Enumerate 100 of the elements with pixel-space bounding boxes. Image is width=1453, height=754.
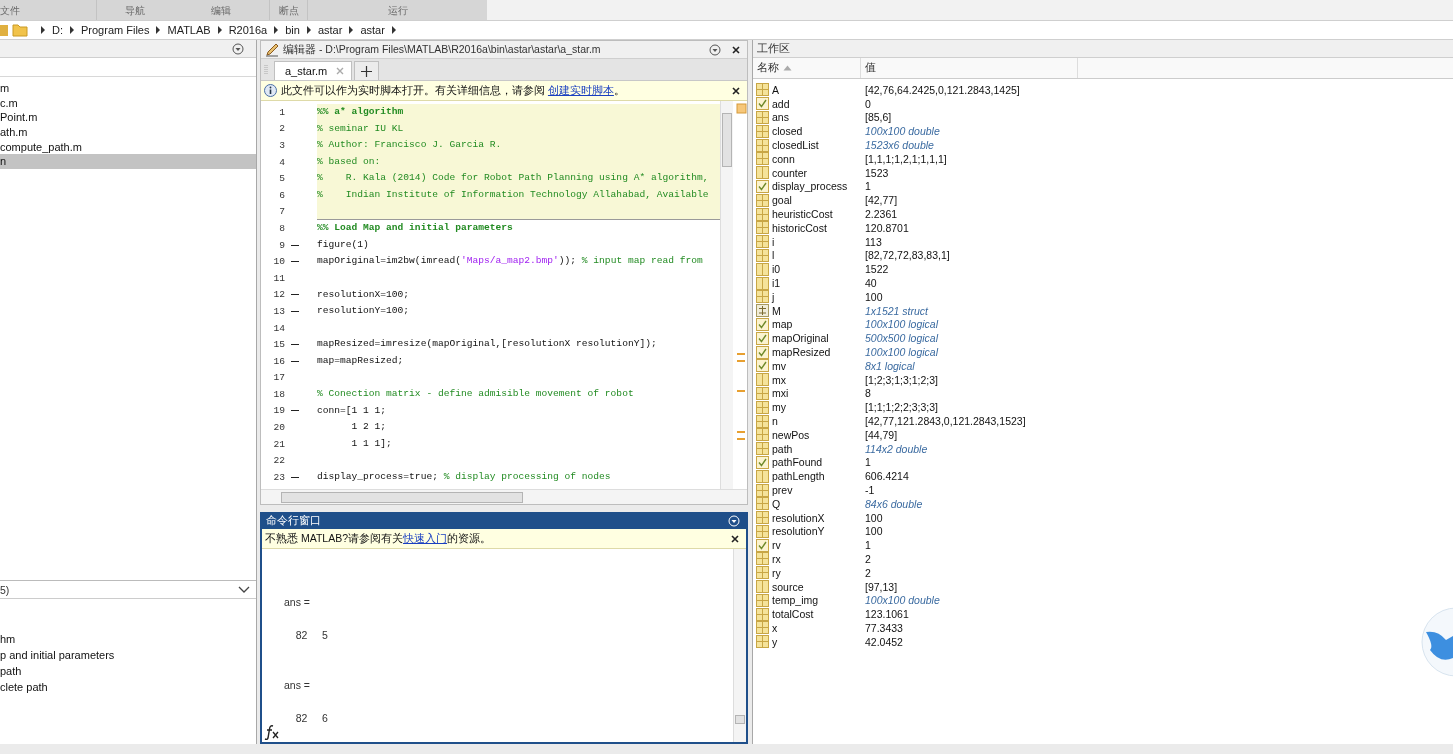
folder-icon [12,23,28,37]
chevron-icon[interactable] [238,585,250,594]
outline-item[interactable]: p and initial parameters [0,647,256,663]
variable-name[interactable]: closedList [772,139,819,152]
path-segment[interactable]: astar [317,24,343,36]
scroll-thumb[interactable] [722,113,732,167]
variable-name[interactable]: display_process [772,180,848,193]
variable-name[interactable]: Q [772,497,781,510]
variable-name[interactable]: closed [772,125,803,138]
file-item[interactable]: m [0,81,256,96]
variable-name[interactable]: my [772,401,786,414]
variable-name[interactable]: temp_img [772,594,819,607]
floating-assistant-icon[interactable] [1420,606,1453,678]
column-header[interactable]: 值 [861,58,1078,78]
arrow-icon[interactable] [154,25,163,35]
file-item[interactable]: n [0,154,256,170]
variable-name[interactable]: i0 [772,263,781,276]
executable-line-marker[interactable] [291,294,299,296]
close-icon[interactable] [731,44,741,55]
code-line: conn=[1 1 1; [317,403,388,418]
function-icon[interactable] [264,724,280,740]
output-line: 82 5 [294,628,329,643]
variable-name[interactable]: l [772,249,775,262]
file-item[interactable]: Point.m [0,110,256,126]
variable-name[interactable]: totalCost [772,608,814,621]
outline-item[interactable]: path [0,663,256,679]
path-segment[interactable]: R2016a [228,24,268,36]
variable-name[interactable]: resolutionX [772,511,825,524]
executable-line-marker[interactable] [291,261,299,263]
details-header[interactable]: 5) [0,580,256,599]
path-segment[interactable]: Program Files [81,24,150,36]
variable-name[interactable]: pathLength [772,470,825,483]
executable-line-marker[interactable] [291,244,299,246]
variable-value: 123.1061 [864,608,909,621]
arrow-icon[interactable] [39,25,47,35]
variable-name[interactable]: counter [772,166,808,179]
variable-name[interactable]: y [772,635,778,648]
file-tab[interactable]: a_star.m [274,61,353,80]
executable-line-marker[interactable] [291,410,299,412]
file-item[interactable]: c.m [0,95,256,111]
variable-name[interactable]: n [772,415,778,427]
outline-item[interactable]: clete path [0,679,256,695]
column-header[interactable]: 名称 [753,58,861,78]
variable-name[interactable]: A [772,83,779,96]
link[interactable]: 创建实时脚本 [547,83,614,96]
variable-name[interactable]: pathFound [772,456,823,469]
variable-name[interactable]: historicCost [772,221,827,234]
variable-name[interactable]: ry [772,566,781,579]
executable-line-marker[interactable] [291,476,299,478]
link[interactable]: 快速入门 [403,531,447,544]
path-segment[interactable]: bin [285,24,300,36]
arrow-icon[interactable] [389,25,398,35]
file-item[interactable]: compute_path.m [0,139,256,155]
variable-name[interactable]: x [772,621,778,634]
executable-line-marker[interactable] [291,310,299,312]
vertical-scrollbar[interactable] [733,549,746,742]
variable-name[interactable]: resolutionY [772,525,825,538]
arrow-icon[interactable] [304,25,313,35]
arrow-icon[interactable] [68,25,76,35]
variable-name[interactable]: add [772,97,790,110]
dropdown-icon[interactable] [709,43,721,56]
variable-name[interactable]: j [772,290,775,303]
variable-name[interactable]: conn [772,152,795,165]
variable-name[interactable]: source [772,580,804,593]
variable-name[interactable]: i1 [772,277,781,290]
arrow-icon[interactable] [347,25,356,35]
variable-name[interactable]: mapOriginal [772,332,829,345]
dropdown-icon[interactable] [232,42,244,55]
variable-name[interactable]: mapResized [772,346,831,359]
file-item[interactable]: ath.m [0,125,256,140]
variable-name[interactable]: heuristicCost [772,208,833,221]
variable-name[interactable]: mxi [772,387,789,400]
path-segment[interactable]: MATLAB [167,24,211,36]
new-tab-button[interactable] [354,61,380,80]
path-segment[interactable]: D: [52,24,63,36]
executable-line-marker[interactable] [291,360,299,362]
executable-line-marker[interactable] [291,344,299,346]
close-icon[interactable] [731,85,741,96]
variable-name[interactable]: prev [772,484,793,496]
variable-name[interactable]: M [772,304,781,317]
section-label: 运行 [387,4,408,18]
arrow-icon[interactable] [272,25,281,35]
close-icon[interactable] [730,533,740,544]
variable-name[interactable]: goal [772,194,792,207]
variable-name[interactable]: mx [772,373,786,386]
path-segment[interactable]: astar [360,24,385,36]
arrow-icon[interactable] [215,25,224,35]
variable-name[interactable]: path [772,442,793,455]
variable-name[interactable]: rx [772,553,781,565]
variable-name[interactable]: newPos [772,428,810,441]
variable-name[interactable]: rv [772,539,781,552]
variable-name[interactable]: i [772,235,775,248]
scroll-thumb[interactable] [281,492,523,503]
variable-name[interactable]: ans [772,111,789,124]
variable-name[interactable]: mv [772,359,786,372]
outline-item[interactable]: hm [0,631,256,647]
vertical-scrollbar[interactable] [720,101,733,489]
scroll-thumb[interactable] [735,715,745,724]
horizontal-scrollbar[interactable] [261,489,747,504]
variable-name[interactable]: map [772,318,793,331]
